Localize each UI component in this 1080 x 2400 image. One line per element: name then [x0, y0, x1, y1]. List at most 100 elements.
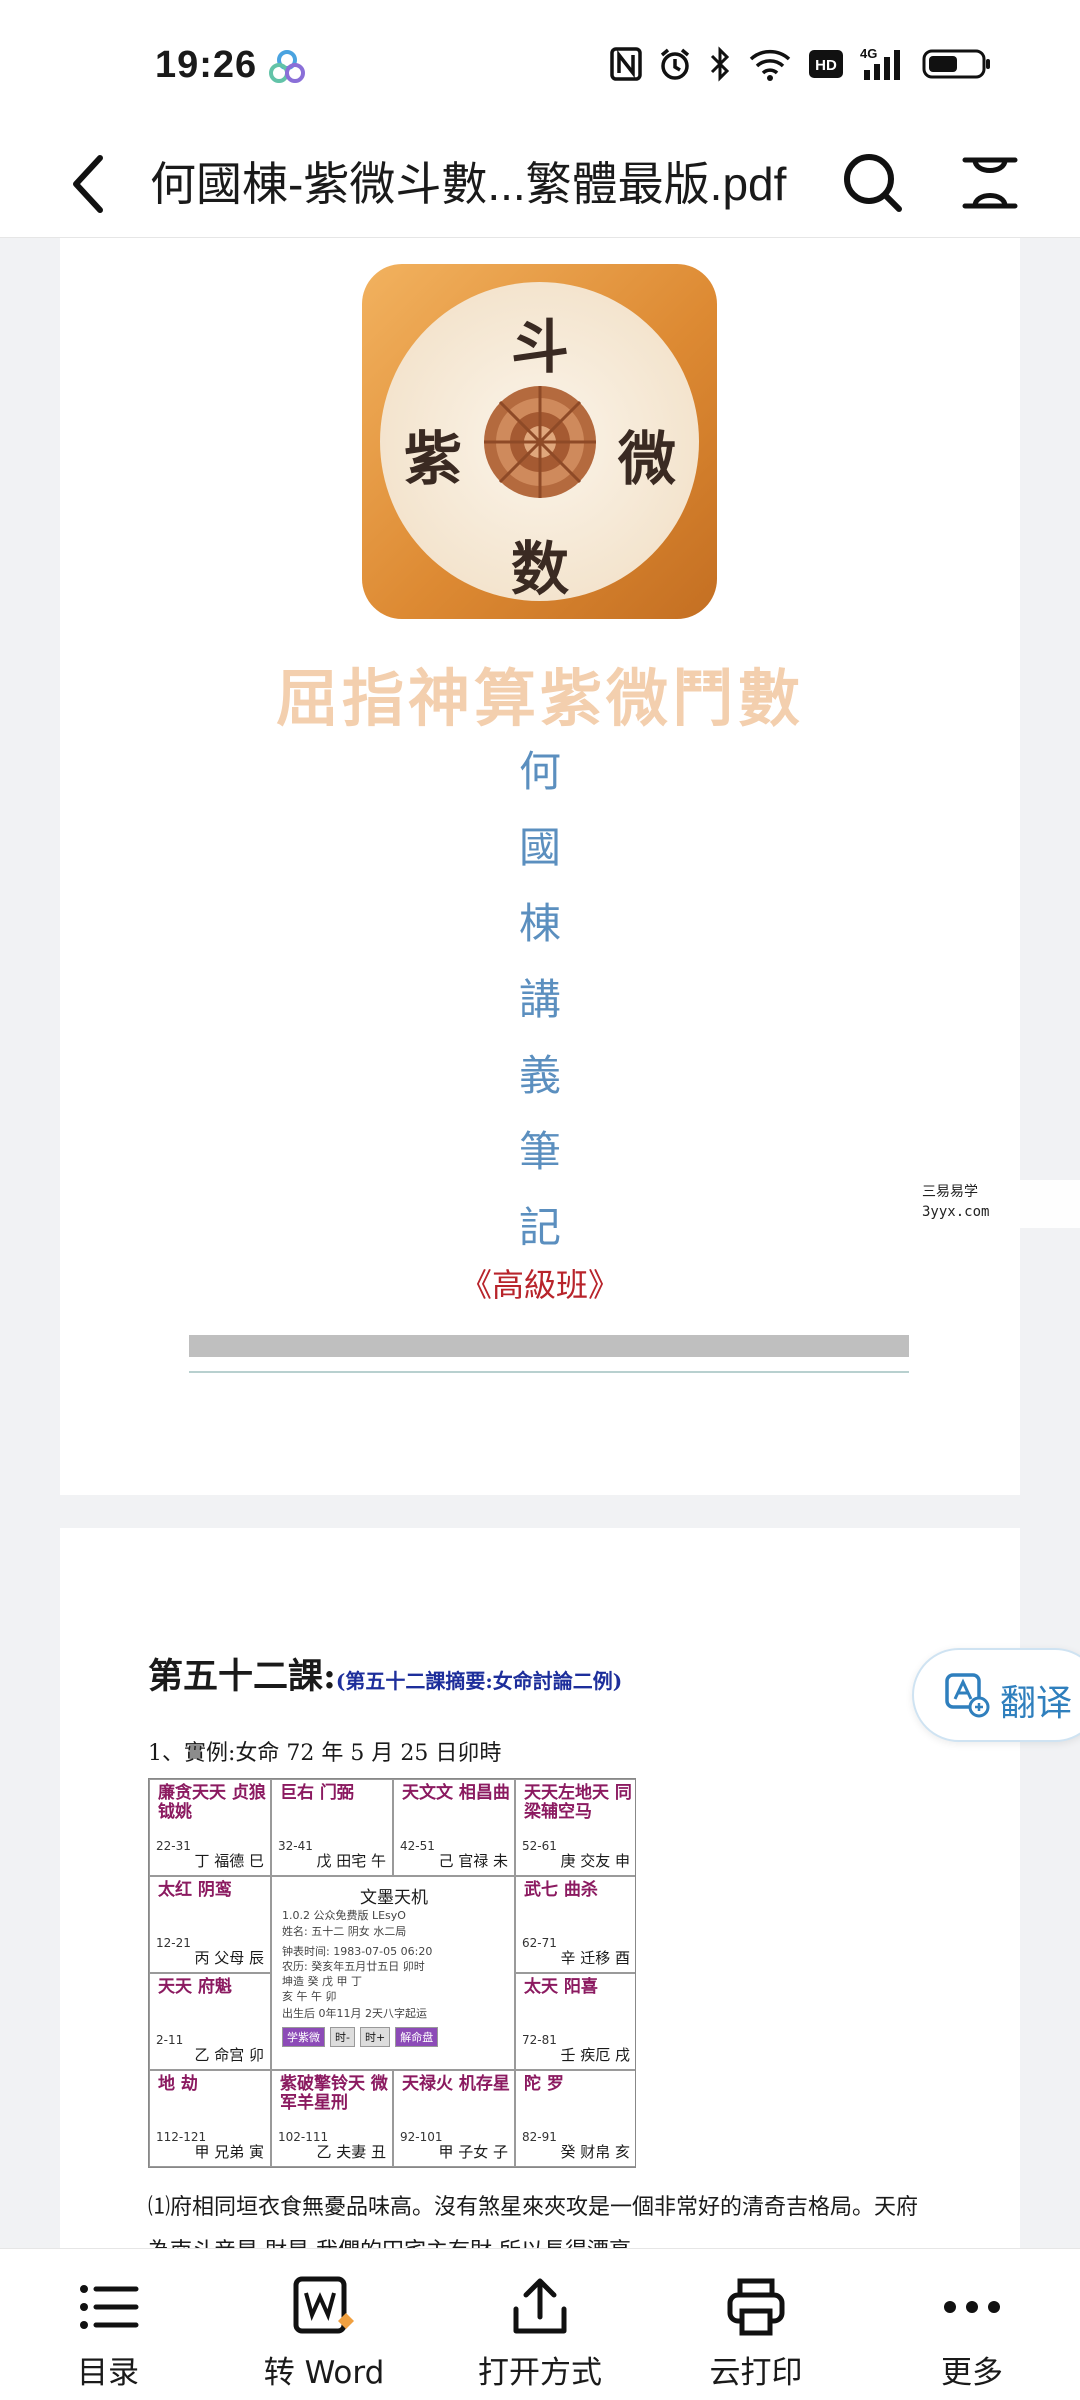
pdf-page-cover: 斗 紫 微 数 屈指神算紫微鬥數 何 國 棟 講 義 筆 記 《高級班》	[60, 238, 1020, 1495]
chart-cell: 廉贪天天 贞狼钺姚 22-31 丁 福德 巳	[149, 1779, 271, 1876]
cell-stars: 巨右 门弼	[280, 1783, 354, 1803]
chart-center-line: 亥 午 午 卯	[282, 1990, 337, 2003]
more-button[interactable]: 更多	[872, 2249, 1072, 2400]
logo-circle: 斗 紫 微 数	[380, 282, 699, 603]
watermark-line: 三易易学	[922, 1184, 978, 1200]
cell-palace: 甲 兄弟 寅	[194, 2143, 264, 2161]
search-button[interactable]	[838, 148, 908, 218]
cell-palace: 癸 财帛 亥	[560, 2143, 630, 2161]
cover-divider-bar	[189, 1335, 909, 1357]
chart-cell: 地 劫 112-121 甲 兄弟 寅	[149, 2070, 271, 2167]
cell-stars: 太红 阴鸾	[158, 1880, 232, 1900]
chart-cell: 紫破擎铃天 微军羊星刑 102-111 乙 夫妻 丑	[271, 2070, 393, 2167]
bagua-emblem-icon	[484, 386, 596, 498]
cell-range: 52-61	[522, 1839, 557, 1853]
convert-word-button[interactable]: 转 Word	[224, 2249, 424, 2400]
chart-cell: 天禄火 机存星 92-101 甲 子女 子	[393, 2070, 515, 2167]
chart-cell: 天天左地天 同梁辅空马 52-61 庚 交友 申	[515, 1779, 635, 1876]
vertical-char: 講	[518, 975, 561, 1024]
chart-button: 时+	[359, 2027, 391, 2047]
vertical-author-title: 何 國 棟 講 義 筆 記	[515, 738, 565, 1270]
vertical-char: 義	[518, 1051, 561, 1100]
hd-icon: HD	[809, 50, 843, 78]
pdf-page-lesson: 第五十二課:(第五十二課摘要:女命討論二例) 1、實例:女命 72 年 5 月 …	[60, 1528, 1020, 2248]
chart-cell: 太红 阴鸾 12-21 丙 父母 辰	[149, 1876, 271, 1973]
cell-stars: 武七 曲杀	[524, 1880, 598, 1900]
cloud-print-label: 云打印	[709, 2355, 803, 2391]
translate-label: 翻译	[1000, 1683, 1073, 1724]
cell-palace: 乙 夫妻 丑	[316, 2143, 386, 2161]
watermark: 三易易学 3yyx.com	[922, 1180, 1080, 1228]
more-icon	[944, 2301, 1000, 2313]
cell-stars: 天天左地天 同梁辅空马	[524, 1783, 632, 1822]
chart-cell: 陀 罗 82-91 癸 财帛 亥	[515, 2070, 635, 2167]
cell-stars: 廉贪天天 贞狼钺姚	[158, 1783, 266, 1822]
cell-stars: 紫破擎铃天 微军羊星刑	[280, 2074, 388, 2113]
translate-button[interactable]: 翻译	[912, 1648, 1080, 1742]
logo-char-right: 微	[618, 425, 677, 493]
book-logo: 斗 紫 微 数	[362, 264, 717, 619]
status-bar: 19:26 HD 4G	[0, 0, 1080, 130]
vertical-char: 筆	[518, 1127, 561, 1176]
chart-button: 解命盘	[395, 2027, 439, 2047]
logo-char-left: 紫	[404, 425, 463, 493]
cell-palace: 甲 子女 子	[438, 2143, 508, 2161]
vertical-char: 記	[518, 1203, 561, 1252]
cell-stars: 天天 府魁	[158, 1977, 232, 1997]
cell-palace: 乙 命宫 卯	[194, 2046, 264, 2064]
chart-center-info: 文墨天机 1.0.2 公众免费版 LEsyO 姓名: 五十二 阴女 水二局 钟表…	[271, 1876, 515, 2070]
lesson-summary: (第五十二課摘要:女命討論二例)	[335, 1669, 623, 1693]
signal-4g-icon: 4G	[860, 46, 900, 80]
status-time: 19:26	[155, 44, 258, 86]
body-paragraph: 為南斗帝星,財星,我們的田宅主有財,所以長得漂亮	[148, 2230, 968, 2248]
back-arrow-icon	[73, 155, 103, 213]
book-main-title: 屈指神算紫微鬥數	[275, 662, 804, 735]
cell-range: 72-81	[522, 2033, 557, 2047]
toc-button[interactable]: 目录	[8, 2249, 208, 2400]
vertical-char: 國	[518, 823, 561, 872]
chart-cell: 天文文 相昌曲 42-51 己 官禄 未	[393, 1779, 515, 1876]
list-icon	[80, 2285, 139, 2329]
chart-button: 学紫微	[282, 2027, 325, 2047]
cell-stars: 地 劫	[158, 2074, 198, 2094]
wifi-icon	[749, 49, 791, 81]
cell-palace: 丙 父母 辰	[194, 1949, 264, 1967]
open-with-button[interactable]: 打开方式	[440, 2249, 640, 2400]
cell-stars: 太天 阳喜	[524, 1977, 598, 1997]
vertical-char: 棟	[518, 899, 561, 948]
logo-char-bottom: 数	[511, 535, 570, 603]
cell-range: 92-101	[400, 2130, 443, 2144]
document-title: 何國棟-紫微斗數...繁體最版.pdf	[150, 158, 787, 210]
chart-center-buttons: 学紫微 时- 时+ 解命盘	[282, 2027, 439, 2047]
ziwei-chart-image: 廉贪天天 贞狼钺姚 22-31 丁 福德 巳 巨右 门弼 32-41 戊 田宅 …	[148, 1778, 636, 2168]
toc-label: 目录	[77, 2355, 139, 2391]
open-with-label: 打开方式	[478, 2355, 602, 2391]
reading-mode-button[interactable]	[955, 148, 1025, 218]
app-indicator-icon	[268, 48, 306, 90]
cell-range: 2-11	[156, 2033, 184, 2047]
alarm-icon	[660, 48, 690, 80]
status-icons: HD 4G	[610, 46, 992, 82]
lesson-heading: 第五十二課:(第五十二課摘要:女命討論二例)	[148, 1648, 622, 1699]
chart-cell: 武七 曲杀 62-71 辛 迁移 酉	[515, 1876, 635, 1973]
cell-range: 32-41	[278, 1839, 313, 1853]
chart-center-line: 姓名: 五十二 阴女 水二局	[282, 1925, 407, 1938]
cloud-print-button[interactable]: 云打印	[656, 2249, 856, 2400]
watermark-line: 3yyx.com	[922, 1204, 990, 1220]
example-line: 1、實例:女命 72 年 5 月 25 日卯時	[148, 1741, 502, 1766]
cell-stars: 天禄火 机存星	[402, 2074, 510, 2094]
chart-center-title: 文墨天机	[360, 1888, 428, 1908]
cell-range: 22-31	[156, 1839, 191, 1853]
print-icon	[727, 2278, 785, 2336]
back-button[interactable]	[60, 146, 120, 222]
cell-range: 82-91	[522, 2130, 557, 2144]
cell-palace: 己 官禄 未	[438, 1852, 508, 1870]
chart-button: 时-	[330, 2027, 355, 2047]
vertical-char: 何	[518, 747, 561, 796]
svg-text:HD: HD	[815, 57, 837, 74]
nfc-icon	[610, 47, 642, 81]
chart-center-line: 钟表时间: 1983-07-05 06:20	[282, 1945, 433, 1958]
book-sub-title: 《高級班》	[459, 1266, 620, 1304]
cell-range: 42-51	[400, 1839, 435, 1853]
cell-palace: 戊 田宅 午	[316, 1852, 386, 1870]
